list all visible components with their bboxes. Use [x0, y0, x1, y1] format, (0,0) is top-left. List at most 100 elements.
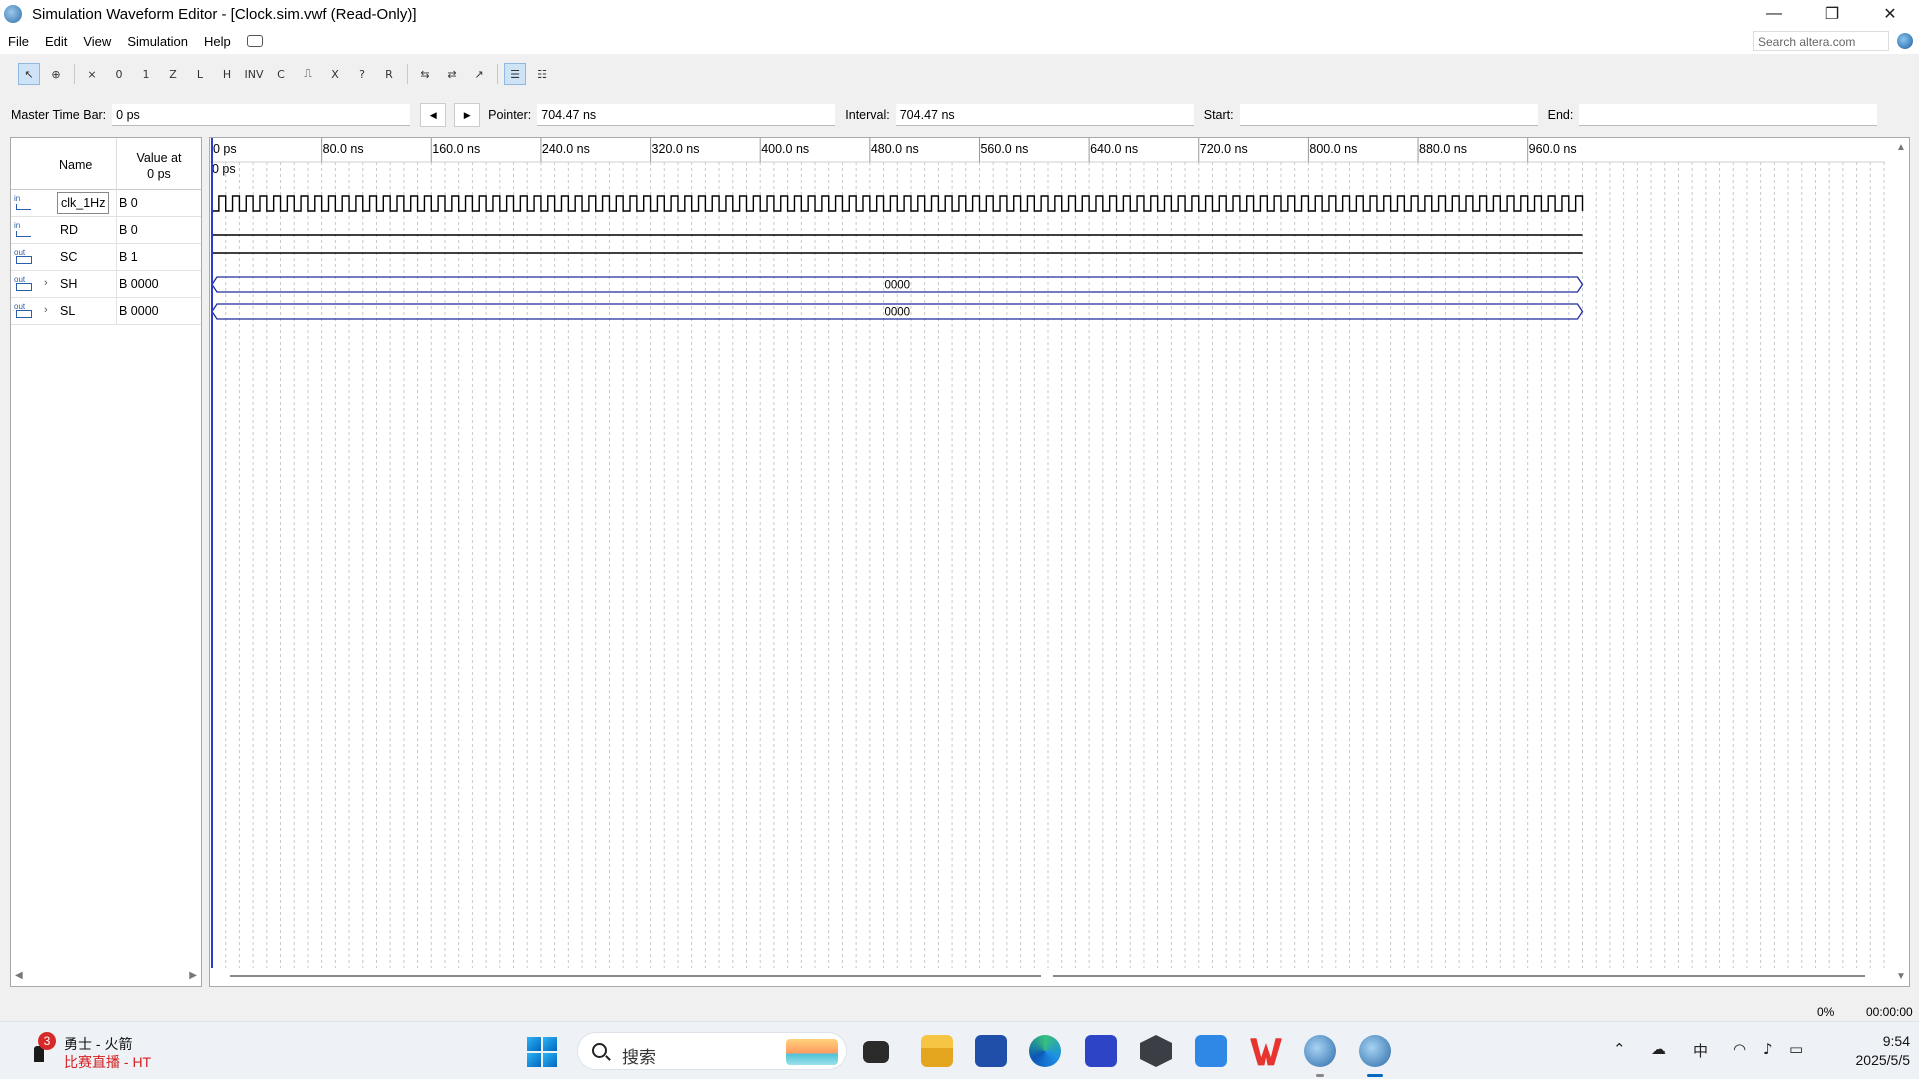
arbitrary-value-icon[interactable]: R: [378, 63, 400, 85]
task-view-icon[interactable]: [863, 1041, 889, 1063]
group-icon[interactable]: ⇆: [414, 63, 436, 85]
time-ruler: 0 ps 80.0 ns 160.0 ns 240.0 ns 320.0 ns 400.0…: [210, 138, 1885, 176]
show-hidden-icons-icon[interactable]: ⌃: [1613, 1040, 1626, 1058]
menu-edit[interactable]: Edit: [37, 34, 75, 49]
globe-icon[interactable]: [1897, 33, 1913, 49]
pointer-label: Pointer:: [488, 108, 532, 122]
sort-icon[interactable]: ☷: [531, 63, 553, 85]
next-transition-button[interactable]: ▶: [454, 103, 481, 127]
signal-row-SH[interactable]: out › SH B 0000: [11, 271, 201, 298]
start-field[interactable]: [1239, 104, 1538, 126]
signal-row-SC[interactable]: out SC B 1: [11, 244, 201, 271]
dont-care-icon[interactable]: ?: [351, 63, 373, 85]
signal-name[interactable]: clk_1Hz: [57, 192, 110, 214]
value-column-header[interactable]: Value at 0 ps: [117, 150, 201, 182]
volume-icon[interactable]: ♪: [1763, 1040, 1773, 1058]
menu-help[interactable]: Help: [196, 34, 239, 49]
app-hex-icon[interactable]: [1140, 1035, 1172, 1067]
menu-file[interactable]: File: [0, 34, 37, 49]
signal-row-RD[interactable]: in RD B 0: [11, 217, 201, 244]
close-button[interactable]: ✕: [1861, 0, 1919, 28]
weak-low-icon[interactable]: L: [189, 63, 211, 85]
time-bar: Master Time Bar: 0 ps ◀ ▶ Pointer: 704.4…: [0, 102, 1919, 128]
minimize-button[interactable]: —: [1745, 0, 1803, 28]
quartus-app-icon: [4, 5, 22, 23]
app-m-icon[interactable]: [1085, 1035, 1117, 1067]
clock-icon[interactable]: ⎍: [297, 63, 319, 85]
pointer-field: 704.47 ns: [537, 104, 836, 126]
toolbar-separator: [74, 64, 75, 84]
scroll-up-icon[interactable]: ▲: [1896, 142, 1906, 153]
windows-taskbar: 3 勇士 - 火箭 比赛直播 - HT 搜索 ⌃ ☁ 中 ◠ ♪ ▭ 9:54 …: [0, 1021, 1919, 1079]
expand-chevron-icon[interactable]: ›: [44, 304, 48, 316]
waveform-vscrollbar[interactable]: ▲ ▼: [1893, 138, 1909, 986]
ime-indicator[interactable]: 中: [1693, 1040, 1708, 1061]
edge-icon[interactable]: [1029, 1035, 1061, 1067]
quartus-taskbar-icon[interactable]: [1304, 1035, 1336, 1077]
waveform-canvas[interactable]: 0 ps 80.0 ns 160.0 ns 240.0 ns 320.0 ns 400.0…: [210, 138, 1896, 986]
scroll-right-icon[interactable]: ▶: [189, 970, 197, 981]
insert-node-icon[interactable]: ↗: [468, 63, 490, 85]
end-field[interactable]: [1579, 104, 1878, 126]
previous-transition-button[interactable]: ◀: [420, 103, 447, 127]
column-divider: [116, 271, 117, 298]
altera-search-input[interactable]: Search altera.com: [1753, 31, 1889, 51]
app-a-icon[interactable]: [1195, 1035, 1227, 1067]
selection-tool-icon[interactable]: ↖: [18, 63, 40, 85]
count-value-icon[interactable]: C: [270, 63, 292, 85]
column-divider: [116, 244, 117, 271]
ungroup-icon[interactable]: ⇄: [441, 63, 463, 85]
high-impedance-icon[interactable]: Z: [162, 63, 184, 85]
windows-start-icon[interactable]: [527, 1037, 557, 1067]
quartus-active-taskbar-icon[interactable]: [1359, 1035, 1391, 1077]
expand-chevron-icon[interactable]: ›: [44, 277, 48, 289]
weak-high-icon[interactable]: H: [216, 63, 238, 85]
zoom-tool-icon[interactable]: ⊕: [45, 63, 67, 85]
file-explorer-icon[interactable]: [921, 1035, 953, 1067]
battery-icon[interactable]: ▭: [1789, 1040, 1803, 1058]
news-widget[interactable]: 3 勇士 - 火箭 比赛直播 - HT: [30, 1032, 190, 1072]
time-label: 320.0 ns: [652, 142, 700, 156]
forcing-high-icon[interactable]: 1: [135, 63, 157, 85]
name-column-header[interactable]: Name: [59, 158, 92, 172]
scroll-left-icon[interactable]: ◀: [15, 970, 23, 981]
signal-row-SL[interactable]: out › SL B 0000: [11, 298, 201, 325]
signal-list-hscrollbar[interactable]: ◀ ▶: [11, 968, 201, 986]
window-controls: — ❐ ✕: [1745, 0, 1919, 28]
invert-icon[interactable]: INV: [243, 63, 265, 85]
input-pin-icon: in: [14, 222, 32, 238]
time-label: 480.0 ns: [871, 142, 919, 156]
time-label: 880.0 ns: [1419, 142, 1467, 156]
output-bus-icon: out: [14, 276, 32, 292]
taskbar-clock[interactable]: 9:54 2025/5/5: [1820, 1032, 1911, 1070]
window-title: Simulation Waveform Editor - [Clock.sim.…: [32, 5, 417, 23]
scroll-down-icon[interactable]: ▼: [1896, 971, 1906, 982]
uninitialized-icon[interactable]: ⨯: [81, 63, 103, 85]
bus-value-label: 0000: [884, 280, 910, 292]
microsoft-store-icon[interactable]: [975, 1035, 1007, 1067]
column-divider: [116, 298, 117, 325]
time-label: 960.0 ns: [1529, 142, 1577, 156]
waveform-panel[interactable]: 0 ps 80.0 ns 160.0 ns 240.0 ns 320.0 ns 400.0…: [209, 137, 1910, 987]
signal-name[interactable]: SH: [60, 277, 77, 291]
snap-to-grid-icon[interactable]: ☰: [504, 63, 526, 85]
forcing-low-icon[interactable]: 0: [108, 63, 130, 85]
taskbar-search[interactable]: 搜索: [577, 1032, 847, 1070]
wifi-icon[interactable]: ◠: [1733, 1040, 1746, 1058]
signal-name[interactable]: RD: [60, 223, 78, 237]
feedback-icon[interactable]: [246, 35, 263, 47]
clock-time: 9:54: [1882, 1033, 1910, 1049]
input-pin-icon: in: [14, 195, 32, 211]
random-value-icon[interactable]: X: [324, 63, 346, 85]
toolbar-separator: [497, 64, 498, 84]
restore-button[interactable]: ❐: [1803, 0, 1861, 28]
signal-name[interactable]: SL: [60, 304, 75, 318]
signal-name[interactable]: SC: [60, 250, 77, 264]
onedrive-cloud-icon[interactable]: ☁: [1651, 1040, 1666, 1058]
signal-row-clk_1Hz[interactable]: in clk_1Hz B 0: [11, 190, 201, 217]
signal-value: B 0: [119, 223, 138, 237]
master-time-bar-field[interactable]: 0 ps: [112, 104, 411, 126]
wps-office-icon[interactable]: [1250, 1038, 1282, 1066]
menu-view[interactable]: View: [75, 34, 119, 49]
menu-simulation[interactable]: Simulation: [119, 34, 196, 49]
